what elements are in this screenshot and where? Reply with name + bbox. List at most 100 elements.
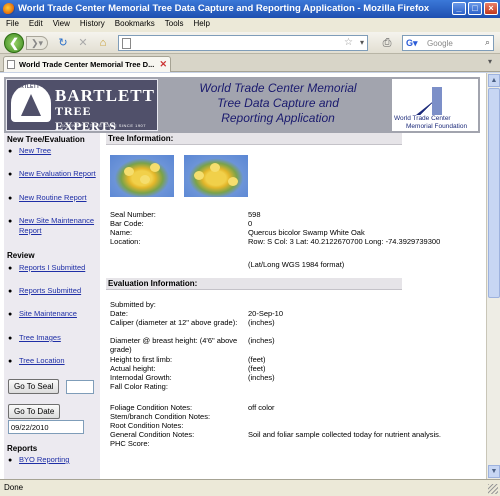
field-value: Quercus bicolor Swamp White Oak [248,228,365,237]
bookmark-star-icon[interactable]: ☆ [344,37,353,48]
tab-close-icon[interactable]: ✕ [159,59,167,70]
logo-tagline: TREE EXPERTS [55,104,117,133]
app-title-line: Tree Data Capture and [217,96,339,110]
logo-word: BARTLETT [13,84,40,90]
menu-file[interactable]: File [6,19,19,32]
go-to-date-button[interactable]: Go To Date [8,404,61,419]
page-viewport: BARTLETT BARTLETT TREE EXPERTS SCIENTIFI… [0,73,486,479]
back-button[interactable]: ❮ [4,33,24,53]
window-title-bar: World Trade Center Memorial Tree Data Ca… [0,0,500,18]
go-to-seal-button[interactable]: Go To Seal [8,379,60,394]
nav-link[interactable]: New Routine Report [19,193,87,203]
search-icon[interactable]: ⌕ [485,37,490,48]
firefox-icon [3,3,15,15]
nav-link[interactable]: New Tree [19,146,51,156]
print-icon[interactable]: ⎙ [380,36,394,50]
left-nav: New Tree/Evaluation ● New Tree ● New Evalu… [4,133,100,479]
logo-small-text: SCIENTIFIC TREE CARE SINCE 1907 [61,123,146,128]
field-label: Diameter @ breast height: (4'6" above gr… [110,336,238,354]
reload-icon[interactable]: ↻ [56,36,70,50]
app-title: World Trade Center Memorial Tree Data Ca… [162,81,394,126]
status-bar: Done [0,479,500,496]
field-label: Location: [110,237,141,246]
field-label: Actual height: [110,364,156,373]
nav-link[interactable]: Reports I Submitted [19,263,85,273]
field-label: Submitted by: [110,300,156,309]
seal-number-input[interactable] [66,380,94,394]
evaluation-information-heading: Evaluation Information: [106,278,402,290]
tab-strip: World Trade Center Memorial Tree D... ✕ … [0,54,500,72]
nav-link[interactable]: Tree Location [19,356,65,366]
field-label: Internodal Growth: [110,373,172,382]
navigation-toolbar: ❮ ❯▾ ↻ ✕ ⌂ ☆ ▾ ⎙ G▾ Google ⌕ [0,32,500,54]
field-value: (feet) [248,355,266,364]
tab-list-dropdown-icon[interactable]: ▾ [484,57,496,69]
field-label: Fall Color Rating: [110,382,168,391]
wtc-memorial-logo: World Trade Center Memorial Foundation [392,79,478,131]
url-dropdown-icon[interactable]: ▾ [360,38,364,47]
status-text: Done [4,483,24,492]
field-value: (inches) [248,373,275,382]
main-content: Tree Information: Seal Number: 598 Bar C… [106,133,480,479]
field-value: Soil and foliar sample collected today f… [248,430,442,439]
wtc-logo-line1: World Trade Center [394,115,451,122]
memorial-tower-shadow-icon [432,87,442,115]
scroll-down-icon[interactable]: ▼ [488,465,500,478]
field-value: (feet) [248,364,266,373]
stop-icon[interactable]: ✕ [76,36,90,50]
resize-grip-icon[interactable] [488,484,498,494]
window-title: World Trade Center Memorial Tree Data Ca… [18,3,430,14]
nav-section-reports: Reports [7,444,38,453]
app-title-line: Reporting Application [221,111,335,125]
browser-tab[interactable]: World Trade Center Memorial Tree D... ✕ [3,56,171,72]
tree-photo-1[interactable] [110,155,174,197]
field-label: Foliage Condition Notes: [110,403,193,412]
minimize-button[interactable]: _ [452,2,466,15]
field-value: 598 [248,210,261,219]
menu-bookmarks[interactable]: Bookmarks [115,19,155,32]
wtc-logo-line2: Memorial Foundation [406,123,468,130]
search-placeholder: Google [427,39,453,48]
field-value: off color [248,403,275,412]
menu-tools[interactable]: Tools [165,19,184,32]
close-window-button[interactable]: × [484,2,498,15]
menu-edit[interactable]: Edit [29,19,43,32]
nav-section-review: Review [7,251,35,260]
nav-link[interactable]: New Evaluation Report [19,169,96,179]
app-title-line: World Trade Center Memorial [199,81,357,95]
field-label: Bar Code: [110,219,144,228]
nav-link[interactable]: Reports Submitted [19,286,81,296]
field-label: Date: [110,309,128,318]
page-icon [122,38,131,49]
field-value: 0 [248,219,253,228]
menu-view[interactable]: View [53,19,70,32]
field-label: General Condition Notes: [110,430,195,439]
tree-information-heading: Tree Information: [106,133,402,145]
header-banner: BARTLETT BARTLETT TREE EXPERTS SCIENTIFI… [4,77,480,133]
nav-link[interactable]: New Site Maintenance Report [19,216,99,236]
tree-photo-2[interactable] [184,155,248,197]
home-icon[interactable]: ⌂ [96,36,110,50]
menu-help[interactable]: Help [193,19,209,32]
tab-page-icon [7,60,15,69]
field-value: (inches) [248,318,275,327]
maximize-button[interactable]: □ [468,2,482,15]
nav-link[interactable]: Site Maintenance [19,309,77,319]
nav-link[interactable]: BYO Reporting [19,455,69,465]
nav-link[interactable]: Tree Images [19,333,61,343]
forward-button[interactable]: ❯▾ [26,36,48,50]
url-bar[interactable]: ☆ ▾ [118,35,368,51]
field-label: Seal Number: [110,210,156,219]
tab-title: World Trade Center Memorial Tree D... [19,60,155,69]
field-label: Height to first limb: [110,355,173,364]
scroll-up-icon[interactable]: ▲ [488,74,500,87]
scrollbar-thumb[interactable] [488,88,500,298]
date-input[interactable] [8,420,84,434]
bartlett-logo: BARTLETT BARTLETT TREE EXPERTS SCIENTIFI… [6,79,158,133]
google-search-engine-icon[interactable]: G▾ [406,38,418,49]
vertical-scrollbar[interactable]: ▲ ▼ [486,73,500,479]
search-input[interactable]: G▾ Google ⌕ [402,35,494,51]
logo-name: BARTLETT [55,86,155,105]
menu-history[interactable]: History [80,19,105,32]
field-value: (inches) [248,336,275,345]
